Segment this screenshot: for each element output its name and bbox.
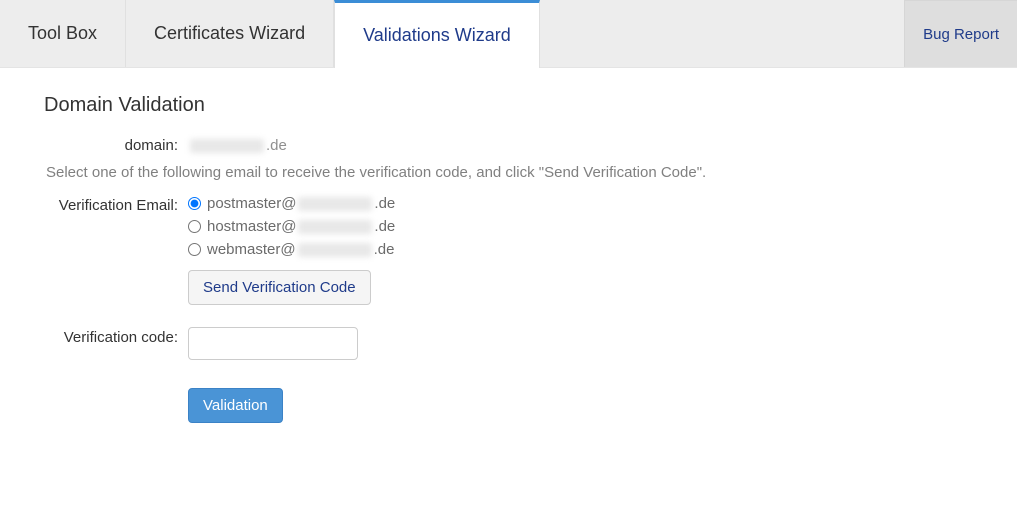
verification-code-input[interactable]: [188, 327, 358, 360]
domain-suffix: .de: [266, 137, 287, 154]
send-verification-code-button[interactable]: Send Verification Code: [188, 270, 371, 305]
tab-validations[interactable]: Validations Wizard: [334, 0, 540, 68]
tab-certificates[interactable]: Certificates Wizard: [126, 0, 334, 67]
email-prefix-2: webmaster@: [207, 241, 296, 258]
email-redacted-2: [298, 243, 372, 257]
email-option-0[interactable]: postmaster@ .de: [188, 195, 989, 212]
email-prefix-0: postmaster@: [207, 195, 296, 212]
verification-code-label: Verification code:: [28, 327, 188, 346]
domain-value: .de: [188, 135, 989, 154]
email-radio-1[interactable]: [188, 220, 201, 233]
page-title: Domain Validation: [44, 94, 989, 117]
tab-toolbox[interactable]: Tool Box: [0, 0, 126, 67]
verification-code-row: Verification code:: [28, 327, 989, 360]
domain-redacted: [190, 139, 264, 153]
submit-row: Validation: [28, 382, 989, 423]
validation-button[interactable]: Validation: [188, 388, 283, 423]
verification-email-label: Verification Email:: [28, 195, 188, 214]
domain-label: domain:: [28, 135, 188, 154]
main-panel: Domain Validation domain: .de Select one…: [0, 68, 1017, 473]
email-option-1[interactable]: hostmaster@ .de: [188, 218, 989, 235]
email-suffix-0: .de: [374, 195, 395, 212]
tab-spacer: [540, 0, 904, 67]
verification-email-row: Verification Email: postmaster@ .de hostm…: [28, 195, 989, 305]
email-suffix-1: .de: [374, 218, 395, 235]
email-redacted-0: [298, 197, 372, 211]
email-prefix-1: hostmaster@: [207, 218, 296, 235]
instructions-text: Select one of the following email to rec…: [46, 164, 989, 181]
email-radio-0[interactable]: [188, 197, 201, 210]
email-radio-2[interactable]: [188, 243, 201, 256]
tab-bug-report[interactable]: Bug Report: [904, 0, 1017, 67]
tab-bar: Tool Box Certificates Wizard Validations…: [0, 0, 1017, 68]
email-suffix-2: .de: [374, 241, 395, 258]
email-option-2[interactable]: webmaster@ .de: [188, 241, 989, 258]
email-redacted-1: [298, 220, 372, 234]
domain-row: domain: .de: [28, 135, 989, 154]
